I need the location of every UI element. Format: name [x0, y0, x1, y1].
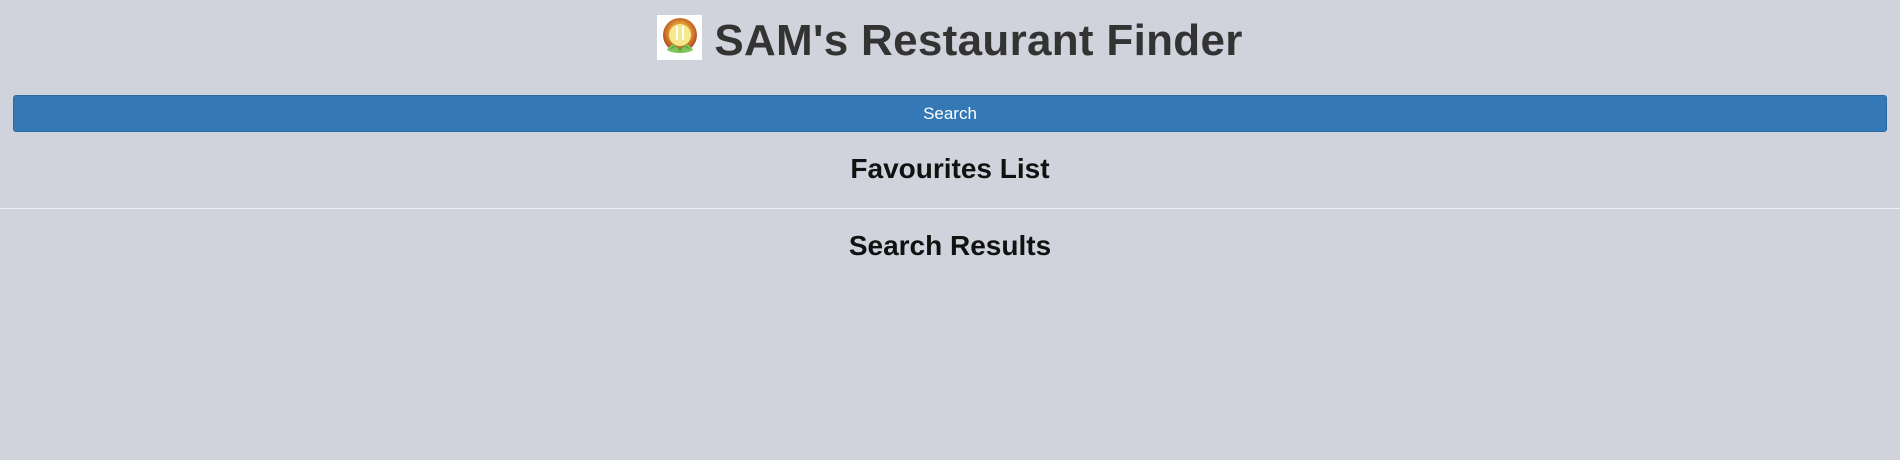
search-results-heading: Search Results — [848, 230, 1052, 261]
app-title: SAM's Restaurant Finder — [714, 16, 1243, 65]
search-button[interactable]: Search — [13, 95, 1887, 132]
restaurant-logo-icon — [657, 14, 703, 60]
section-divider — [0, 208, 1900, 209]
favourites-list-heading: Favourites List — [850, 153, 1050, 184]
page: SAM's Restaurant Finder Search Favourite… — [0, 0, 1900, 460]
app-header: SAM's Restaurant Finder — [0, 10, 1900, 72]
